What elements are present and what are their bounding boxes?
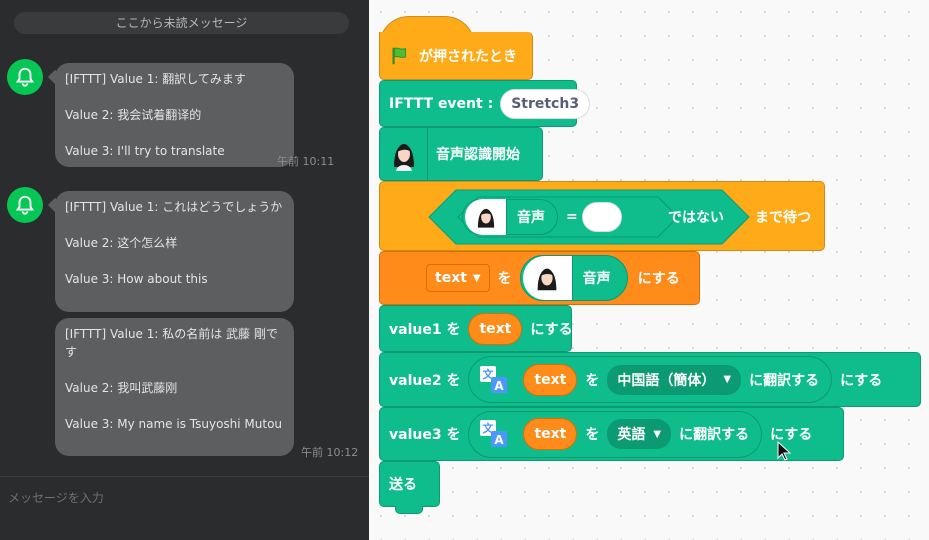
message-input-bar <box>0 476 369 540</box>
block-label: IFTTT event : <box>389 95 494 112</box>
message-line: [IFTTT] Value 1: 翻訳してみます <box>65 72 246 86</box>
voice-label: 音声 <box>517 210 545 226</box>
message-line: Value 2: 我叫武藤刚 <box>65 381 178 395</box>
message-line: Value 2: 我会试着翻译的 <box>65 108 202 122</box>
text-variable-reporter[interactable]: text <box>523 363 578 396</box>
block-label: value1 を <box>389 321 461 338</box>
message-timestamp: 午前 10:12 <box>301 446 359 459</box>
speech-character-icon <box>477 208 494 228</box>
text-variable-reporter[interactable]: text <box>468 312 523 345</box>
message-bubble[interactable]: [IFTTT] Value 1: 私の名前は 武藤 剛です Value 2: 我… <box>55 318 294 456</box>
bell-icon <box>15 67 35 87</box>
voice-label: 音声 <box>582 271 611 287</box>
set-value1-block[interactable]: value1 を text にする <box>379 305 573 352</box>
block-label: を <box>497 271 512 287</box>
set-value3-block[interactable]: value3 を 文A text を 英語 ▼ に翻訳する にする <box>379 407 844 461</box>
block-label: にする <box>840 372 883 389</box>
language-dropdown[interactable]: 中国語（簡体） ▼ <box>607 364 742 395</box>
message-line: Value 2: 这个怎么样 <box>65 236 178 250</box>
translate-reporter[interactable]: 文A text を 中国語（簡体） ▼ に翻訳する <box>468 356 833 403</box>
not-operator[interactable]: 音声 = ではない <box>428 189 750 245</box>
translate-reporter[interactable]: 文A text を 英語 ▼ に翻訳する <box>468 410 763 458</box>
bot-avatar[interactable] <box>7 187 43 223</box>
block-label: 音声認識開始 <box>436 147 520 163</box>
language-value: 中国語（簡体） <box>617 372 716 389</box>
mouse-cursor-icon <box>777 441 791 461</box>
unread-divider: ここから未読メッセージ <box>14 12 349 34</box>
message-line: Value 3: My name is Tsuyoshi Mutou <box>65 417 283 431</box>
block-label: を <box>585 372 600 389</box>
message-bubble[interactable]: [IFTTT] Value 1: 翻訳してみます Value 2: 我会试着翻译… <box>55 63 294 167</box>
text-variable-reporter[interactable]: text <box>523 418 578 450</box>
wait-until-block[interactable]: 音声 = ではない まで待つ <box>379 181 825 251</box>
event-name-input[interactable]: Stretch3 <box>500 88 591 119</box>
set-value2-block[interactable]: value2 を 文A text を 中国語（簡体） ▼ に翻訳する にする <box>379 352 921 407</box>
message-timestamp: 午前 10:11 <box>277 155 335 168</box>
block-label: に翻訳する <box>679 427 750 443</box>
chat-panel: ここから未読メッセージ [IFTTT] Value 1: 翻訳してみます Val… <box>0 0 369 540</box>
block-label: が押されたとき <box>419 48 517 65</box>
bot-avatar[interactable] <box>7 59 43 95</box>
variable-name: text <box>435 270 467 286</box>
green-flag-icon <box>392 47 407 64</box>
block-label: に翻訳する <box>749 372 820 389</box>
message-line: [IFTTT] Value 1: これはどうでしょうか <box>65 200 283 214</box>
voice-reporter[interactable]: 音声 <box>462 199 558 235</box>
when-flag-clicked-block[interactable]: が押されたとき <box>379 32 533 80</box>
message-line: [IFTTT] Value 1: 私の名前は 武藤 剛です <box>65 327 278 359</box>
ifttt-event-block[interactable]: IFTTT event : Stretch3 <box>379 80 591 127</box>
message-line: Value 3: I'll try to translate <box>65 144 225 158</box>
not-label: ではない <box>668 210 724 226</box>
block-label: value2 を <box>389 372 461 389</box>
empty-value-input[interactable] <box>581 202 622 232</box>
bell-icon <box>15 195 35 215</box>
translate-icon: 文A <box>473 362 515 398</box>
speech-character-icon <box>537 268 557 291</box>
block-label: 送る <box>389 477 417 493</box>
equals-sign: = <box>566 209 578 225</box>
block-label: を <box>585 427 600 443</box>
block-label: にする <box>637 271 680 287</box>
set-variable-block[interactable]: text ▼ を 音声 にする <box>379 251 700 305</box>
message-bubble[interactable]: [IFTTT] Value 1: これはどうでしょうか Value 2: 这个怎… <box>55 191 294 312</box>
chevron-down-icon: ▼ <box>723 374 732 385</box>
svg-text:A: A <box>495 379 505 393</box>
chevron-down-icon: ▼ <box>472 272 481 284</box>
chevron-down-icon: ▼ <box>653 428 662 440</box>
speech-character-icon <box>393 144 414 171</box>
voice-reporter[interactable]: 音声 <box>519 255 628 301</box>
block-label: value3 を <box>389 427 461 443</box>
code-workspace[interactable]: が押されたとき IFTTT event : Stretch3 音声認識開始 音声… <box>369 0 929 540</box>
block-label: まで待つ <box>755 210 811 226</box>
svg-text:A: A <box>495 433 505 447</box>
language-value: 英語 <box>617 427 646 443</box>
block-label: にする <box>530 321 573 338</box>
message-input[interactable] <box>8 487 348 509</box>
speech-recognition-start-block[interactable]: 音声認識開始 <box>379 127 543 181</box>
message-line: Value 3: How about this <box>65 272 208 286</box>
variable-dropdown[interactable]: text ▼ <box>426 264 490 292</box>
send-block[interactable]: 送る <box>379 461 440 507</box>
translate-icon: 文A <box>473 416 515 452</box>
language-dropdown[interactable]: 英語 ▼ <box>607 419 672 449</box>
